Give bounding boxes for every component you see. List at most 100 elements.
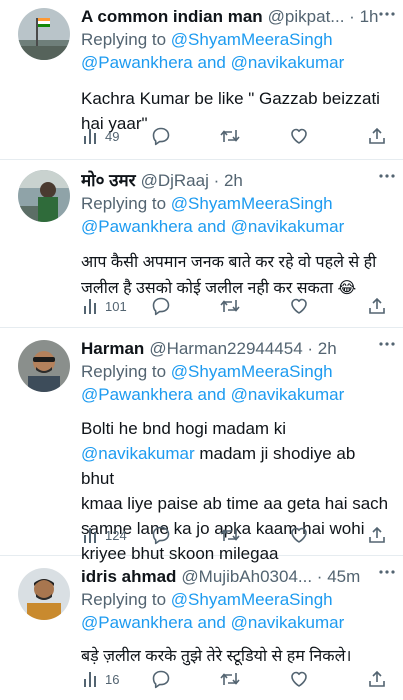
reply-button[interactable]	[151, 295, 171, 317]
reply-button[interactable]	[151, 668, 171, 690]
views-button[interactable]: 16	[83, 668, 119, 690]
reply-mention[interactable]: @ShyamMeeraSingh	[171, 194, 333, 213]
replying-to: Replying to @ShyamMeeraSingh	[81, 28, 391, 51]
replying-to-cont: @Pawankhera and @navikakumar	[81, 383, 391, 406]
handle-and-time[interactable]: @Harman22944454 · 2h	[149, 338, 391, 360]
reply-mention[interactable]: @Pawankhera	[81, 217, 193, 236]
replying-to-cont: @Pawankhera and @navikakumar	[81, 215, 391, 238]
three-dots-icon[interactable]	[377, 566, 397, 586]
retweet-arrows-icon	[219, 126, 241, 146]
retweet-arrows-icon	[219, 525, 241, 545]
avatar-image	[18, 8, 70, 60]
replying-to: Replying to @ShyamMeeraSingh	[81, 588, 391, 611]
text-mention[interactable]: @navikakumar	[81, 444, 195, 463]
handle-and-time[interactable]: @pikpat... · 1h	[268, 6, 391, 28]
reply-mention[interactable]: @navikakumar	[231, 385, 345, 404]
tweet[interactable]: Harman @Harman22944454 · 2h Replying to …	[0, 328, 403, 563]
like-button[interactable]	[289, 524, 309, 546]
views-count: 124	[105, 527, 127, 543]
display-name[interactable]: Harman	[81, 338, 144, 360]
reply-mention[interactable]: @Pawankhera	[81, 53, 193, 72]
share-button[interactable]	[367, 295, 387, 317]
tweet[interactable]: idris ahmad @MujibAh0304... · 45m Replyi…	[0, 556, 403, 700]
tweet[interactable]: A common indian man @pikpat... · 1h Repl…	[0, 0, 403, 160]
replying-to-label: Replying to	[81, 362, 167, 381]
replying-to-label: Replying to	[81, 30, 167, 49]
reply-mention[interactable]: @ShyamMeeraSingh	[171, 30, 333, 49]
display-name[interactable]: idris ahmad	[81, 566, 176, 588]
display-name[interactable]: A common indian man	[81, 6, 263, 28]
like-button[interactable]	[289, 125, 309, 147]
share-button[interactable]	[367, 524, 387, 546]
replying-to: Replying to @ShyamMeeraSingh	[81, 360, 391, 383]
avatar[interactable]	[18, 170, 70, 222]
retweet-button[interactable]	[219, 668, 241, 690]
avatar[interactable]	[18, 568, 70, 620]
views-button[interactable]: 49	[83, 125, 119, 147]
heart-icon	[289, 525, 309, 545]
share-upload-icon	[367, 669, 387, 689]
handle-and-time[interactable]: @MujibAh0304... · 45m	[181, 566, 391, 588]
retweet-button[interactable]	[219, 295, 241, 317]
retweet-button[interactable]	[219, 524, 241, 546]
like-button[interactable]	[289, 668, 309, 690]
retweet-button[interactable]	[219, 125, 241, 147]
tweet-text-line: बड़े ज़लील करके तुझे तेरे स्टूडियो से हम…	[81, 648, 352, 665]
bar-chart-icon	[83, 297, 99, 315]
reply-mention[interactable]: @navikakumar	[231, 53, 345, 72]
share-upload-icon	[367, 525, 387, 545]
share-upload-icon	[367, 296, 387, 316]
display-name[interactable]: मो० उमर	[81, 170, 136, 192]
tweet-actions: 101	[81, 295, 393, 317]
tweet-header: idris ahmad @MujibAh0304... · 45m	[81, 566, 391, 588]
replying-to-label: Replying to	[81, 194, 167, 213]
tweet-text-line: kmaa liye paise ab time aa geta hai sach	[81, 494, 389, 513]
tweet-actions: 49	[81, 125, 393, 147]
share-button[interactable]	[367, 668, 387, 690]
views-button[interactable]: 101	[83, 295, 127, 317]
speech-bubble-icon	[151, 296, 171, 316]
tweet-text: बड़े ज़लील करके तुझे तेरे स्टूडियो से हम…	[81, 644, 391, 669]
avatar[interactable]	[18, 8, 70, 60]
tweet[interactable]: मो० उमर @DjRaaj · 2h Replying to @ShyamM…	[0, 160, 403, 328]
share-button[interactable]	[367, 125, 387, 147]
views-count: 101	[105, 298, 127, 314]
reply-and: and	[197, 385, 226, 404]
reply-mention[interactable]: @Pawankhera	[81, 613, 193, 632]
bar-chart-icon	[83, 127, 99, 145]
tweet-header: मो० उमर @DjRaaj · 2h	[81, 170, 391, 192]
reply-mention[interactable]: @ShyamMeeraSingh	[171, 590, 333, 609]
views-count: 49	[105, 128, 120, 144]
tweet-actions: 16	[81, 668, 393, 690]
tweet-text-line: Kachra Kumar be like " Gazzab beizzati	[81, 89, 380, 108]
tweet-header: Harman @Harman22944454 · 2h	[81, 338, 391, 360]
speech-bubble-icon	[151, 126, 171, 146]
avatar-image	[18, 568, 70, 620]
reply-button[interactable]	[151, 125, 171, 147]
heart-icon	[289, 126, 309, 146]
reply-mention[interactable]: @navikakumar	[231, 613, 345, 632]
three-dots-icon[interactable]	[377, 170, 397, 190]
reply-mention[interactable]: @Pawankhera	[81, 385, 193, 404]
handle-and-time[interactable]: @DjRaaj · 2h	[141, 170, 391, 192]
reply-button[interactable]	[151, 524, 171, 546]
heart-icon	[289, 669, 309, 689]
bar-chart-icon	[83, 670, 99, 688]
three-dots-icon[interactable]	[377, 338, 397, 358]
reply-and: and	[197, 53, 226, 72]
reply-and: and	[197, 217, 226, 236]
reply-mention[interactable]: @ShyamMeeraSingh	[171, 362, 333, 381]
reply-mention[interactable]: @navikakumar	[231, 217, 345, 236]
speech-bubble-icon	[151, 669, 171, 689]
retweet-arrows-icon	[219, 669, 241, 689]
avatar[interactable]	[18, 340, 70, 392]
tweet-text-line: @navikakumar madam ji shodiye ab bhut	[81, 441, 391, 491]
avatar-image	[18, 170, 70, 222]
replying-to-cont: @Pawankhera and @navikakumar	[81, 51, 391, 74]
views-button[interactable]: 124	[83, 524, 127, 546]
like-button[interactable]	[289, 295, 309, 317]
three-dots-icon[interactable]	[377, 8, 397, 28]
tweet-actions: 124	[81, 524, 393, 546]
retweet-arrows-icon	[219, 296, 241, 316]
replying-to-label: Replying to	[81, 590, 167, 609]
